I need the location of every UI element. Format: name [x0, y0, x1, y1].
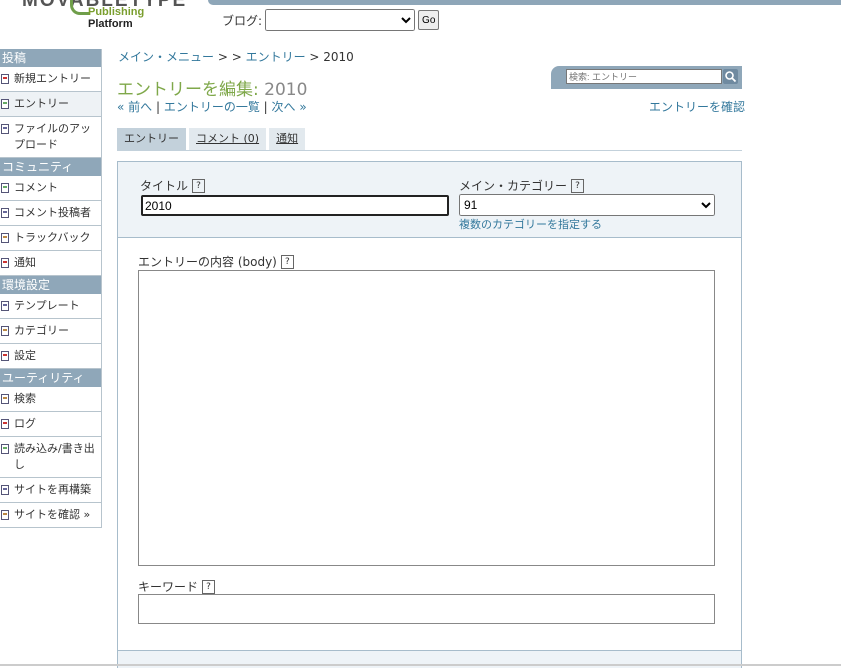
- entry-list-link[interactable]: エントリーの一覧: [164, 100, 260, 114]
- keywords-label: キーワード: [138, 580, 199, 594]
- breadcrumb-entries[interactable]: エントリー: [246, 50, 306, 64]
- logo-subtitle: Publishing Platform: [88, 6, 145, 30]
- tabs: エントリー コメント (0) 通知: [117, 128, 306, 150]
- category-label-row: メイン・カテゴリー ?: [459, 177, 585, 194]
- template-icon: [1, 300, 10, 311]
- trackback-icon: [1, 232, 10, 243]
- prev-link[interactable]: « 前へ: [117, 100, 152, 114]
- view-entry-link[interactable]: エントリーを確認: [649, 98, 745, 115]
- entry-icon: [1, 98, 10, 109]
- category-icon: [1, 325, 10, 336]
- entry-nav: « 前へ | エントリーの一覧 | 次へ »: [117, 100, 307, 114]
- panel-body: エントリーの内容 (body) ? キーワード ?: [118, 238, 741, 668]
- sidebar-item-label: サイトを確認 »: [14, 508, 91, 521]
- category-label: メイン・カテゴリー: [459, 179, 568, 193]
- search-bar: [551, 66, 742, 89]
- import-export-icon: [1, 443, 10, 454]
- search-input[interactable]: [566, 69, 722, 84]
- tab-notification[interactable]: 通知: [269, 128, 306, 150]
- sidebar-item-label: トラックバック: [14, 231, 91, 244]
- search-button[interactable]: [723, 69, 738, 84]
- title-label-row: タイトル ?: [140, 177, 206, 194]
- sidebar-item[interactable]: 検索: [0, 387, 101, 412]
- body-help-icon[interactable]: ?: [280, 254, 294, 269]
- sidebar-item-label: 検索: [14, 392, 36, 405]
- page-title: エントリーを編集: 2010: [117, 80, 308, 100]
- sidebar-item-label: サイトを再構築: [14, 483, 91, 496]
- go-button[interactable]: Go: [418, 10, 440, 30]
- sidebar-item-label: テンプレート: [14, 299, 80, 312]
- sidebar-item-label: ファイルのアップロード: [14, 122, 91, 151]
- title-input[interactable]: [141, 195, 449, 216]
- multi-category-link[interactable]: 複数のカテゴリーを指定する: [459, 216, 602, 232]
- sidebar: 投稿新規エントリー エントリーファイルのアップロードコミュニティコメントコメント投…: [0, 49, 102, 528]
- breadcrumb-main-menu[interactable]: メイン・メニュー: [118, 50, 214, 64]
- logo: MOVABLETYPE Publishing Platform: [20, 0, 185, 30]
- sidebar-item[interactable]: テンプレート: [0, 294, 101, 319]
- sidebar-item[interactable]: ログ: [0, 412, 101, 437]
- sidebar-section-header: コミュニティ: [0, 158, 101, 176]
- keywords-textarea[interactable]: [138, 594, 715, 624]
- top-bar: [208, 0, 841, 5]
- comment-icon: [1, 182, 10, 193]
- notification-icon: [1, 257, 10, 268]
- body-label: エントリーの内容 (body): [138, 255, 277, 269]
- category-help-icon[interactable]: ?: [571, 178, 585, 193]
- title-help-icon[interactable]: ?: [192, 178, 206, 193]
- sidebar-item[interactable]: カテゴリー: [0, 319, 101, 344]
- tab-divider: [117, 150, 742, 151]
- search-icon: [1, 393, 10, 404]
- sidebar-item-label: コメント: [14, 181, 58, 194]
- settings-icon: [1, 350, 10, 361]
- blog-label: ブログ:: [222, 13, 263, 28]
- magnifier-icon: [725, 71, 737, 83]
- sidebar-item[interactable]: ファイルのアップロード: [0, 117, 101, 158]
- title-label: タイトル: [140, 179, 189, 193]
- blog-selector: ブログ: Go: [222, 9, 440, 31]
- sidebar-item[interactable]: サイトを確認 »: [0, 503, 101, 528]
- body-textarea[interactable]: [138, 270, 715, 566]
- sidebar-item[interactable]: 読み込み/書き出し: [0, 437, 101, 478]
- tab-entry[interactable]: エントリー: [117, 128, 186, 150]
- sidebar-item-label: ログ: [14, 417, 36, 430]
- keywords-help-icon[interactable]: ?: [202, 579, 216, 594]
- rebuild-icon: [1, 484, 10, 495]
- edit-panel: タイトル ? メイン・カテゴリー ? 91 複数のカテゴリーを指定する エントリ…: [117, 161, 742, 668]
- sidebar-item-label: 設定: [14, 349, 36, 362]
- sidebar-section-header: ユーティリティ: [0, 369, 101, 387]
- sidebar-item-label: 通知: [14, 256, 36, 269]
- log-icon: [1, 418, 10, 429]
- breadcrumb: メイン・メニュー > > エントリー > 2010: [118, 50, 354, 64]
- sidebar-item[interactable]: 新規エントリー: [0, 67, 101, 92]
- sidebar-item[interactable]: コメント投稿者: [0, 201, 101, 226]
- sidebar-item-label: コメント投稿者: [14, 206, 91, 219]
- panel-header: タイトル ? メイン・カテゴリー ? 91 複数のカテゴリーを指定する: [118, 162, 741, 238]
- tab-comments[interactable]: コメント (0): [189, 128, 267, 150]
- sidebar-item[interactable]: 通知: [0, 251, 101, 276]
- upload-icon: [1, 123, 10, 134]
- keywords-label-row: キーワード ?: [138, 578, 216, 595]
- body-label-row: エントリーの内容 (body) ?: [138, 253, 294, 270]
- sidebar-item-label: 読み込み/書き出し: [14, 442, 95, 471]
- sidebar-item[interactable]: コメント: [0, 176, 101, 201]
- sidebar-section-header: 投稿: [0, 49, 101, 67]
- sidebar-item[interactable]: トラックバック: [0, 226, 101, 251]
- view-site-icon: [1, 509, 10, 520]
- sidebar-item[interactable]: サイトを再構築: [0, 478, 101, 503]
- blog-select[interactable]: [265, 9, 416, 31]
- sidebar-item-label: カテゴリー: [14, 324, 69, 337]
- sidebar-section-header: 環境設定: [0, 276, 101, 294]
- new-entry-icon: [1, 73, 10, 84]
- sidebar-item[interactable]: エントリー: [0, 92, 101, 117]
- sidebar-item[interactable]: 設定: [0, 344, 101, 369]
- sidebar-item-label: 新規エントリー: [14, 72, 91, 85]
- logo-swoosh-icon: [70, 0, 89, 15]
- breadcrumb-current: 2010: [323, 50, 354, 64]
- next-link[interactable]: 次へ »: [272, 100, 307, 114]
- commenter-icon: [1, 207, 10, 218]
- sidebar-item-label: エントリー: [14, 97, 69, 110]
- category-select[interactable]: 91: [459, 194, 715, 216]
